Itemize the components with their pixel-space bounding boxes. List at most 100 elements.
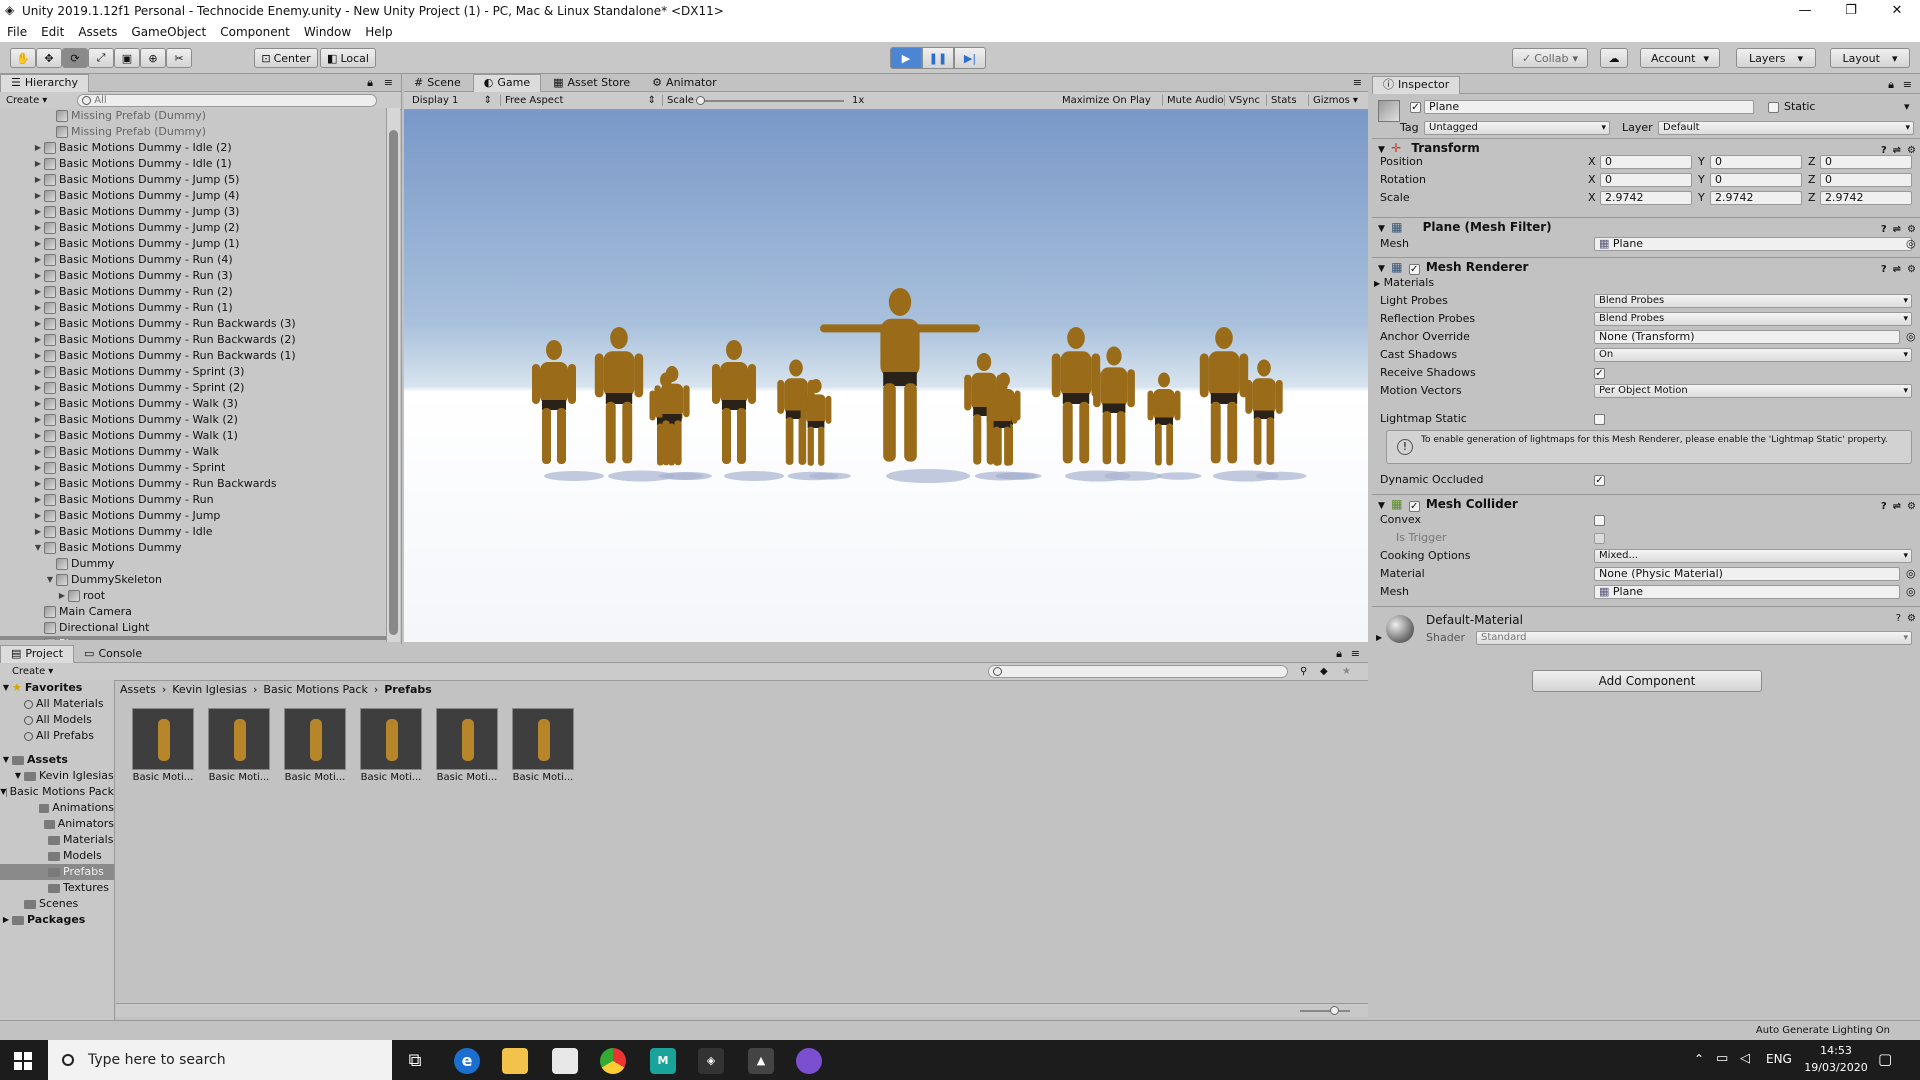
- maximize-button[interactable]: ❐: [1828, 0, 1874, 22]
- menu-item-help[interactable]: Help: [358, 25, 399, 39]
- chevron-down-icon[interactable]: ▾: [1904, 99, 1910, 115]
- expand-arrow-icon[interactable]: ▶: [32, 316, 44, 332]
- transform-header[interactable]: ▼ ✛ Transform ? ⇌ ⚙: [1372, 138, 1920, 156]
- expand-arrow-icon[interactable]: ▶: [32, 348, 44, 364]
- hierarchy-item[interactable]: ▶ Basic Motions Dummy - Run: [0, 492, 386, 508]
- expand-arrow-icon[interactable]: ▶: [32, 140, 44, 156]
- breadcrumb-item[interactable]: Assets: [120, 683, 156, 696]
- chrome-icon[interactable]: [600, 1048, 626, 1074]
- active-checkbox[interactable]: ✓: [1410, 102, 1421, 113]
- material-section[interactable]: Default-Material Shader Standard ? ⚙ ▶: [1372, 606, 1920, 646]
- filter-label-icon[interactable]: ◆: [1320, 666, 1328, 677]
- maya-icon[interactable]: M: [650, 1048, 676, 1074]
- clock-date[interactable]: 19/03/2020: [1802, 1061, 1870, 1074]
- hierarchy-item[interactable]: ▶ Basic Motions Dummy - Walk: [0, 444, 386, 460]
- expand-arrow-icon[interactable]: ▶: [32, 172, 44, 188]
- hierarchy-search-input[interactable]: All: [77, 94, 378, 107]
- layers-dropdown[interactable]: Layers ▾: [1736, 48, 1816, 68]
- notifications-icon[interactable]: ▢: [1878, 1050, 1892, 1068]
- packages-section[interactable]: ▶ Packages: [0, 912, 114, 928]
- folder-item[interactable]: ▼ Basic Motions Pack: [0, 784, 114, 800]
- help-icon[interactable]: ?: [1881, 261, 1887, 279]
- hierarchy-item[interactable]: ▶ Basic Motions Dummy - Run Backwards: [0, 476, 386, 492]
- hierarchy-item[interactable]: Main Camera: [0, 604, 386, 620]
- hierarchy-item[interactable]: ▶ Basic Motions Dummy - Idle: [0, 524, 386, 540]
- hand-tool-button[interactable]: ✋: [10, 48, 36, 68]
- hierarchy-item[interactable]: ▶ Basic Motions Dummy - Run Backwards (3): [0, 316, 386, 332]
- task-view-icon[interactable]: ⧉: [402, 1048, 428, 1074]
- network-icon[interactable]: ▭: [1716, 1051, 1728, 1066]
- position-y-field[interactable]: 0: [1710, 155, 1802, 169]
- object-picker-icon[interactable]: ◎: [1906, 236, 1916, 252]
- expand-arrow-icon[interactable]: ▶: [32, 204, 44, 220]
- help-icon[interactable]: ?: [1896, 613, 1901, 624]
- dynamic-occluded-checkbox[interactable]: ✓: [1594, 475, 1605, 486]
- hierarchy-item[interactable]: ▶ Basic Motions Dummy - Jump (2): [0, 220, 386, 236]
- settings-gear-icon[interactable]: ⚙: [1907, 613, 1916, 624]
- folder-item[interactable]: Prefabs: [0, 864, 114, 880]
- favorites-section[interactable]: ▼ ★ Favorites: [0, 680, 114, 696]
- hierarchy-item[interactable]: ▶ Basic Motions Dummy - Jump (3): [0, 204, 386, 220]
- reflection-probes-dropdown[interactable]: Blend Probes: [1594, 312, 1912, 326]
- rotation-y-field[interactable]: 0: [1710, 173, 1802, 187]
- expand-arrow-icon[interactable]: ▶: [32, 300, 44, 316]
- tag-dropdown[interactable]: Untagged: [1424, 121, 1610, 135]
- display-dropdown[interactable]: Display 1 ⇕: [412, 95, 492, 106]
- hierarchy-item[interactable]: ▶ Basic Motions Dummy - Run (4): [0, 252, 386, 268]
- panel-menu-icon[interactable]: ≡: [1353, 76, 1362, 89]
- menu-item-window[interactable]: Window: [297, 25, 358, 39]
- expand-arrow-icon[interactable]: ▼: [32, 540, 44, 556]
- expand-arrow-icon[interactable]: ▶: [32, 284, 44, 300]
- rotation-x-field[interactable]: 0: [1600, 173, 1692, 187]
- folder-item[interactable]: Materials: [0, 832, 114, 848]
- rotate-tool-button[interactable]: ⟳: [62, 48, 88, 68]
- hierarchy-item[interactable]: Dummy: [0, 556, 386, 572]
- project-search-input[interactable]: [988, 665, 1288, 678]
- hierarchy-item[interactable]: ▼ DummySkeleton: [0, 572, 386, 588]
- expand-arrow-icon[interactable]: ▶: [32, 508, 44, 524]
- object-picker-icon[interactable]: ◎: [1906, 584, 1916, 600]
- position-x-field[interactable]: 0: [1600, 155, 1692, 169]
- light-probes-dropdown[interactable]: Blend Probes: [1594, 294, 1912, 308]
- hierarchy-item[interactable]: ▼ Basic Motions Dummy: [0, 540, 386, 556]
- scale-y-field[interactable]: 2.9742: [1710, 191, 1802, 205]
- tab-asset-store[interactable]: ▦ Asset Store: [543, 74, 640, 92]
- prefab-asset[interactable]: Basic Moti...: [208, 708, 270, 783]
- position-z-field[interactable]: 0: [1820, 155, 1912, 169]
- mesh-collider-header[interactable]: ▼ ▦ ✓ Mesh Collider ? ⇌ ⚙: [1372, 494, 1920, 512]
- collab-button[interactable]: ✓ Collab ▾: [1512, 48, 1588, 68]
- shader-dropdown[interactable]: Standard: [1476, 631, 1912, 645]
- add-component-button[interactable]: Add Component: [1532, 670, 1762, 692]
- static-checkbox[interactable]: [1768, 102, 1779, 113]
- expand-arrow-icon[interactable]: ▶: [56, 588, 68, 604]
- slider-thumb[interactable]: [696, 96, 705, 105]
- project-create-dropdown[interactable]: Create ▾: [12, 666, 53, 677]
- hierarchy-create-dropdown[interactable]: Create ▾: [6, 95, 47, 106]
- folder-item[interactable]: ▼ Kevin Iglesias: [0, 768, 114, 784]
- breadcrumb-item[interactable]: Kevin Iglesias: [172, 683, 247, 696]
- object-picker-icon[interactable]: ◎: [1906, 329, 1916, 345]
- account-dropdown[interactable]: Account ▾: [1640, 48, 1720, 68]
- custom-tool-button[interactable]: ✂: [166, 48, 192, 68]
- rotation-z-field[interactable]: 0: [1820, 173, 1912, 187]
- hierarchy-scrollbar[interactable]: [386, 108, 400, 642]
- object-picker-icon[interactable]: ◎: [1906, 566, 1916, 582]
- expand-arrow-icon[interactable]: ▶: [32, 492, 44, 508]
- vsync-toggle[interactable]: VSync: [1224, 95, 1260, 106]
- icon-size-slider[interactable]: [1300, 1006, 1350, 1015]
- game-view-viewport[interactable]: [404, 110, 1368, 642]
- maximize-on-play-toggle[interactable]: Maximize On Play: [1062, 95, 1151, 106]
- hierarchy-item[interactable]: Directional Light: [0, 620, 386, 636]
- windows-start-icon[interactable]: [14, 1052, 32, 1070]
- prefab-asset[interactable]: Basic Moti...: [436, 708, 498, 783]
- assets-section[interactable]: ▼ Assets: [0, 752, 114, 768]
- prefab-asset[interactable]: Basic Moti...: [360, 708, 422, 783]
- folder-item[interactable]: Animations: [0, 800, 114, 816]
- expand-arrow-icon[interactable]: ▶: [32, 460, 44, 476]
- folder-item[interactable]: Textures: [0, 880, 114, 896]
- tab-game[interactable]: ◐ Game: [472, 73, 542, 92]
- aspect-dropdown[interactable]: Free Aspect ⇕: [500, 95, 656, 106]
- expand-arrow-icon[interactable]: ▶: [32, 156, 44, 172]
- hierarchy-item[interactable]: ▶ Basic Motions Dummy - Run (1): [0, 300, 386, 316]
- cooking-options-dropdown[interactable]: Mixed...: [1594, 549, 1912, 563]
